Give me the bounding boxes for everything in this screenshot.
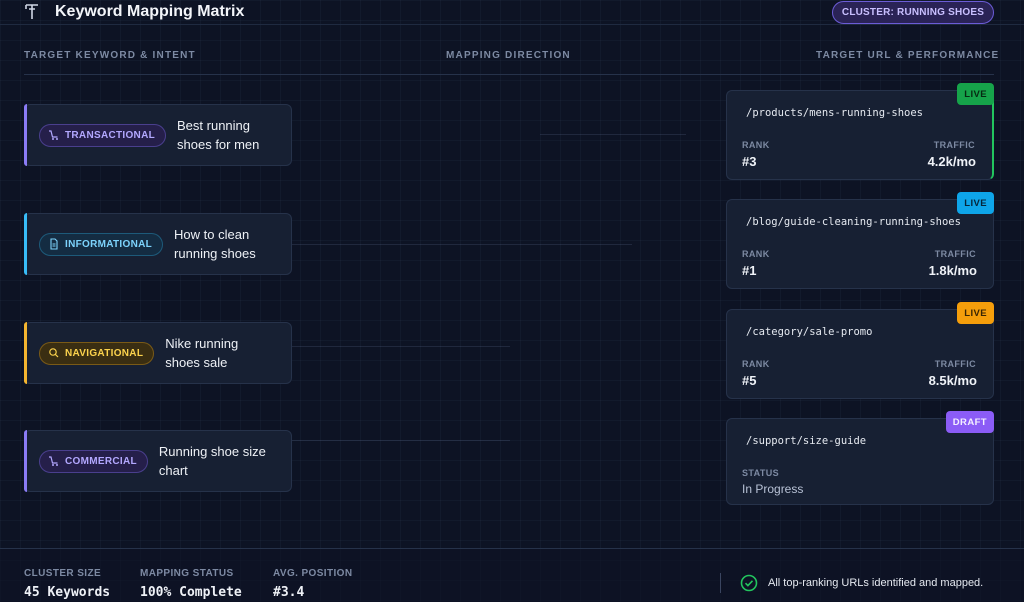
keyword-text: Running shoe size chart: [158, 444, 266, 478]
mapping-connector: [292, 346, 510, 347]
app-header: Keyword Mapping Matrix CLUSTER: RUNNING …: [0, 0, 1024, 25]
status-label: STATUS: [742, 468, 780, 478]
url-card[interactable]: LIVE /category/sale-promo RANK #5 TRAFFI…: [726, 302, 994, 399]
url-path: /products/mens-running-shoes: [746, 107, 924, 119]
rank-label: RANK: [742, 140, 770, 150]
intent-label: INFORMATIONAL: [65, 238, 153, 250]
rank-value: #1: [742, 263, 757, 278]
keyword-text: Best running shoes for men: [177, 118, 260, 152]
check-circle-icon: [740, 574, 758, 592]
rank-value: #3: [742, 154, 757, 169]
intent-accent-bar: [24, 322, 27, 384]
intent-label: NAVIGATIONAL: [65, 347, 144, 359]
summary-footer: CLUSTER SIZE 45 Keywords MAPPING STATUS …: [0, 548, 1024, 602]
status-badge: LIVE: [957, 302, 994, 324]
url-path: /support/size-guide: [746, 435, 867, 447]
status-value: In Progress: [742, 482, 804, 496]
status-badge: LIVE: [957, 192, 994, 214]
intent-accent-bar: [24, 430, 27, 492]
keyword-card-commercial[interactable]: COMMERCIAL Running shoe size chart: [24, 430, 292, 492]
url-card[interactable]: DRAFT /support/size-guide STATUS In Prog…: [726, 411, 994, 505]
keyword-text: How to clean running shoes: [174, 227, 256, 261]
url-card[interactable]: LIVE /products/mens-running-shoes RANK #…: [726, 83, 994, 180]
column-divider: [24, 74, 994, 75]
intent-label: TRANSACTIONAL: [65, 129, 156, 141]
keyword-card-navigational[interactable]: NAVIGATIONAL Nike running shoes sale: [24, 322, 292, 384]
column-header-url: TARGET URL & PERFORMANCE: [816, 50, 1000, 61]
traffic-value: 4.2k/mo: [927, 154, 976, 169]
intent-badge: NAVIGATIONAL: [39, 341, 155, 365]
mapping-connector: [292, 244, 632, 245]
keyword-card-transactional[interactable]: TRANSACTIONAL Best running shoes for men: [24, 104, 292, 166]
keyword-text: Nike running shoes sale: [165, 336, 239, 370]
url-path: /blog/guide-cleaning-running-shoes: [746, 216, 961, 228]
mapping-status-label: MAPPING STATUS: [140, 568, 234, 579]
page-title: Keyword Mapping Matrix: [55, 3, 245, 20]
rank-label: RANK: [742, 249, 770, 259]
intent-label: COMMERCIAL: [65, 455, 137, 467]
cluster-badge[interactable]: CLUSTER: RUNNING SHOES: [832, 1, 994, 24]
traffic-value: 1.8k/mo: [928, 263, 977, 278]
rank-label: RANK: [742, 359, 770, 369]
cluster-size-value: 45 Keywords: [24, 585, 111, 600]
cluster-size-label: CLUSTER SIZE: [24, 568, 102, 579]
traffic-label: TRAFFIC: [934, 249, 976, 259]
footer-divider: [720, 573, 721, 593]
rank-value: #5: [742, 373, 757, 388]
cart-icon: [49, 456, 58, 466]
mapping-status-value: 100% Complete: [140, 585, 242, 600]
status-badge: LIVE: [957, 83, 994, 105]
intent-badge: INFORMATIONAL: [39, 232, 164, 256]
traffic-value: 8.5k/mo: [928, 373, 977, 388]
mapping-connector: [292, 440, 510, 441]
intent-badge: COMMERCIAL: [39, 449, 148, 473]
search-icon: [49, 348, 59, 358]
status-badge: DRAFT: [945, 411, 994, 433]
column-header-keyword: TARGET KEYWORD & INTENT: [24, 50, 196, 61]
traffic-label: TRAFFIC: [934, 359, 976, 369]
mapping-connector: [540, 134, 686, 135]
document-icon: [50, 238, 58, 250]
intent-badge: TRANSACTIONAL: [39, 123, 167, 147]
footer-message: All top-ranking URLs identified and mapp…: [768, 577, 984, 589]
url-card[interactable]: LIVE /blog/guide-cleaning-running-shoes …: [726, 192, 994, 289]
intent-accent-bar: [24, 104, 27, 166]
url-path: /category/sale-promo: [746, 326, 873, 338]
avg-position-value: #3.4: [273, 585, 305, 600]
logo-icon: [25, 4, 38, 19]
avg-position-label: AVG. POSITION: [273, 568, 353, 579]
intent-accent-bar: [24, 213, 27, 275]
keyword-card-informational[interactable]: INFORMATIONAL How to clean running shoes: [24, 213, 292, 275]
traffic-label: TRAFFIC: [933, 140, 975, 150]
cart-icon: [49, 130, 58, 140]
column-header-mapping: MAPPING DIRECTION: [446, 50, 571, 61]
